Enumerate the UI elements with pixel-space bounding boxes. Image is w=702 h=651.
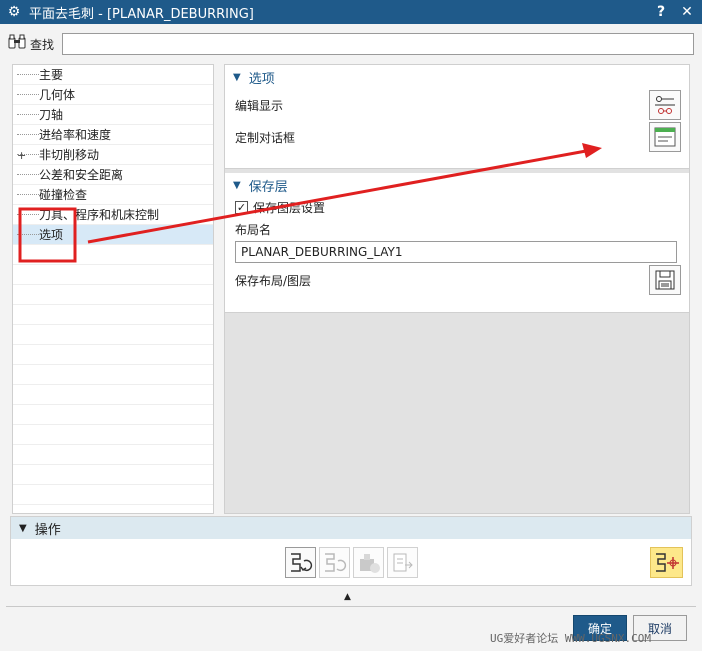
custom-dialog-button[interactable] — [649, 122, 681, 152]
tree-item-options[interactable]: 选项 — [13, 225, 213, 245]
tree-empty-row — [13, 405, 213, 425]
close-button[interactable]: ✕ — [676, 4, 698, 20]
tree-empty-row — [13, 285, 213, 305]
save-layer-settings-row: ✓ 保存图层设置 — [225, 197, 689, 217]
tree-item-geometry[interactable]: 几何体 — [13, 85, 213, 105]
watermark: UG爱好者论坛 WWW.UGSNX.COM — [490, 632, 651, 645]
tree-item-feeds-speeds[interactable]: 进给率和速度 — [13, 125, 213, 145]
edit-display-row: 编辑显示 — [225, 89, 689, 121]
layout-name-field[interactable]: PLANAR_DEBURRING_LAY1 — [235, 241, 677, 263]
save-layer-group-title: 保存层 — [248, 179, 288, 195]
navigator-tree[interactable]: 主要 几何体 刀轴 进给率和速度 + 非切削移动 公差和安全距离 碰撞检查 刀具、… — [12, 64, 214, 514]
help-button[interactable]: ? — [650, 4, 672, 20]
edit-display-icon — [655, 96, 675, 114]
tree-item-label: 公差和安全距离 — [39, 168, 124, 182]
tree-connector — [17, 74, 39, 75]
tree-item-label: 碰撞检查 — [39, 188, 88, 202]
save-layer-group-header[interactable]: ▼ 保存层 — [225, 173, 689, 197]
binoculars-icon — [8, 34, 28, 54]
collapse-triangle-icon[interactable]: ▼ — [233, 72, 241, 83]
tree-empty-row — [13, 325, 213, 345]
tree-empty-row — [13, 465, 213, 485]
edit-display-button[interactable] — [649, 90, 681, 120]
tree-item-label: 刀具、程序和机床控制 — [39, 208, 160, 222]
collapse-triangle-icon[interactable]: ▼ — [19, 523, 27, 534]
collapse-triangle-icon[interactable]: ▼ — [233, 180, 241, 191]
verify-icon — [359, 553, 380, 573]
tree-empty-row — [13, 385, 213, 405]
custom-dialog-label: 定制对话框 — [235, 130, 296, 145]
verify-button[interactable] — [353, 547, 384, 578]
settings-pane: ▼ 选项 编辑显示 定制对话框 ▼ 保存层 ✓ 保存图层设置 布局名 PLANA… — [224, 64, 690, 514]
tree-empty-row — [13, 425, 213, 445]
tree-connector — [17, 214, 39, 215]
tree-empty-row — [13, 365, 213, 385]
custom-dialog-row: 定制对话框 — [225, 121, 689, 153]
tree-empty-row — [13, 445, 213, 465]
save-layout-button[interactable] — [649, 265, 681, 295]
tree-connector — [17, 134, 39, 135]
tree-item-label: 非切削移动 — [39, 148, 100, 162]
operations-group: ▼ 操作 — [10, 516, 692, 586]
options-group-title: 选项 — [248, 71, 275, 87]
gear-icon[interactable]: ⚙ — [3, 4, 25, 20]
expand-icon[interactable]: + — [17, 149, 26, 162]
list-icon — [393, 553, 413, 571]
save-layer-group: ▼ 保存层 ✓ 保存图层设置 布局名 PLANAR_DEBURRING_LAY1… — [225, 173, 689, 313]
tree-item-collision-check[interactable]: 碰撞检查 — [13, 185, 213, 205]
save-layer-settings-label: 保存图层设置 — [253, 200, 326, 215]
tree-empty-row — [13, 305, 213, 325]
find-input[interactable] — [62, 33, 694, 55]
title-bar: ⚙ 平面去毛刺 - [PLANAR_DEBURRING] ? ✕ — [0, 0, 702, 24]
tree-connector — [17, 174, 39, 175]
generate-icon — [290, 552, 312, 572]
tree-connector — [17, 94, 39, 95]
path-crosshair-icon — [655, 552, 679, 572]
tree-connector — [17, 114, 39, 115]
save-layer-settings-checkbox[interactable]: ✓ — [235, 200, 248, 214]
operations-group-title: 操作 — [34, 522, 61, 538]
tree-empty-row — [13, 265, 213, 285]
tree-connector — [17, 194, 39, 195]
tree-empty-row — [13, 245, 213, 265]
tree-item-tolerances[interactable]: 公差和安全距离 — [13, 165, 213, 185]
footer-divider — [6, 606, 696, 607]
options-group-header[interactable]: ▼ 选项 — [225, 65, 689, 89]
generate-highlight-button[interactable] — [650, 547, 683, 578]
tree-empty-row — [13, 485, 213, 505]
replay-button[interactable] — [319, 547, 350, 578]
tree-item-label: 选项 — [39, 228, 64, 242]
tree-empty-row — [13, 345, 213, 365]
tree-connector — [17, 234, 39, 235]
list-button[interactable] — [387, 547, 418, 578]
layout-name-label: 布局名 — [235, 222, 272, 237]
operations-toolbar — [285, 547, 418, 578]
tree-item-tool-program-machine[interactable]: 刀具、程序和机床控制 — [13, 205, 213, 225]
operations-group-header[interactable]: ▼ 操作 — [11, 517, 691, 539]
floppy-disk-icon — [655, 270, 675, 290]
find-row: 查找 — [8, 32, 694, 56]
tree-item-tool-axis[interactable]: 刀轴 — [13, 105, 213, 125]
tree-item-label: 几何体 — [39, 88, 76, 102]
collapse-up-icon[interactable]: ▲ — [344, 592, 351, 602]
options-group: ▼ 选项 编辑显示 定制对话框 — [225, 65, 689, 169]
window-title: 平面去毛刺 - [PLANAR_DEBURRING] — [29, 6, 254, 22]
replay-icon — [324, 552, 346, 572]
custom-dialog-icon — [654, 127, 676, 147]
edit-display-label: 编辑显示 — [235, 98, 284, 113]
find-label: 查找 — [30, 37, 55, 52]
generate-button[interactable] — [285, 547, 316, 578]
save-layout-row: 保存布局/图层 — [225, 263, 689, 297]
tree-item-non-cutting-moves[interactable]: + 非切削移动 — [13, 145, 213, 165]
tree-item-label: 主要 — [39, 68, 64, 82]
tree-item-label: 刀轴 — [39, 108, 64, 122]
save-layout-label: 保存布局/图层 — [235, 273, 312, 288]
tree-item-label: 进给率和速度 — [39, 128, 112, 142]
tree-item-main[interactable]: 主要 — [13, 65, 213, 85]
